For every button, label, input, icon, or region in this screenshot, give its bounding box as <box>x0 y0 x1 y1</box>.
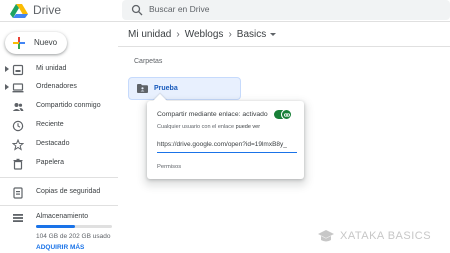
expand-arrow-icon[interactable] <box>5 84 9 90</box>
clock-icon <box>12 120 24 132</box>
star-icon <box>12 139 24 151</box>
storage-progress-fill <box>36 225 76 228</box>
sidebar-item-starred[interactable]: Destacado <box>0 137 118 153</box>
sidebar-item-label: Reciente <box>36 121 64 128</box>
breadcrumb-item-basics[interactable]: Basics <box>237 29 266 40</box>
graduation-cap-icon <box>318 230 334 242</box>
folders-section-title: Carpetas <box>134 58 163 65</box>
watermark-text: XATAKA BASICS <box>340 230 432 242</box>
top-bar: Drive Buscar en Drive <box>0 0 450 22</box>
sidebar-item-label: Ordenadores <box>36 83 77 90</box>
new-button-label: Nuevo <box>34 38 58 47</box>
sidebar-item-backups[interactable]: Copias de seguridad <box>0 185 118 201</box>
plus-icon <box>13 37 25 49</box>
sidebar-item-my-drive[interactable]: Mi unidad <box>0 62 118 78</box>
sidebar-divider <box>0 205 118 206</box>
people-icon <box>12 103 24 111</box>
buy-storage-link[interactable]: ADQUIRIR MÁS <box>36 244 84 251</box>
link-sharing-status: Compartir mediante enlace: activado <box>157 111 268 118</box>
breadcrumb: Mi unidad › Weblogs › Basics <box>128 29 277 43</box>
caret-down-icon[interactable] <box>270 33 277 36</box>
toggle-knob <box>281 109 292 120</box>
computer-icon <box>12 83 24 93</box>
share-link-url[interactable]: https://drive.google.com/open?id=19lmxB8… <box>157 141 297 148</box>
sidebar-item-label: Destacado <box>36 140 70 147</box>
sidebar-item-label: Mi unidad <box>36 65 67 72</box>
link-sharing-toggle[interactable] <box>274 109 292 120</box>
sidebar-item-storage[interactable]: Almacenamiento <box>0 210 118 226</box>
sidebar-item-label: Almacenamiento <box>36 213 89 220</box>
backup-icon <box>13 187 23 199</box>
sidebar-item-label: Compartido conmigo <box>36 102 101 109</box>
permissions-button[interactable]: Permisos <box>157 164 181 170</box>
sidebar-item-trash[interactable]: Papelera <box>0 156 118 172</box>
search-input[interactable]: Buscar en Drive <box>149 4 209 14</box>
sidebar-item-recent[interactable]: Reciente <box>0 118 118 134</box>
sidebar-item-label: Copias de seguridad <box>36 188 101 195</box>
folder-card[interactable]: Prueba <box>128 77 241 100</box>
expand-arrow-icon[interactable] <box>5 66 9 72</box>
drive-icon <box>12 64 24 76</box>
main-divider <box>118 46 450 47</box>
link-permission-dropdown[interactable]: puede ver <box>236 124 260 130</box>
link-audience-text: Cualquier usuario con el enlace <box>157 124 235 130</box>
search-box[interactable]: Buscar en Drive <box>122 0 450 20</box>
link-icon <box>284 113 290 117</box>
trash-icon <box>13 158 23 170</box>
sidebar: Nuevo Mi unidad Ordenadores Compartido c… <box>0 22 118 253</box>
sidebar-item-computers[interactable]: Ordenadores <box>0 80 118 96</box>
storage-icon <box>13 214 23 222</box>
breadcrumb-item-my-drive[interactable]: Mi unidad <box>128 29 171 40</box>
url-field-underline <box>157 152 297 153</box>
search-icon[interactable] <box>131 4 143 16</box>
drive-logo[interactable] <box>10 4 28 18</box>
chevron-right-icon: › <box>228 29 232 40</box>
folder-name: Prueba <box>154 85 178 92</box>
storage-usage-text: 104 GB de 202 GB usado <box>36 233 111 240</box>
new-button[interactable]: Nuevo <box>5 32 67 54</box>
sidebar-item-shared[interactable]: Compartido conmigo <box>0 99 118 115</box>
sidebar-item-label: Papelera <box>36 159 65 166</box>
app-name: Drive <box>33 3 62 17</box>
link-permission-text: Cualquier usuario con el enlace puede ve… <box>157 124 260 130</box>
storage-progress-bar <box>36 225 112 228</box>
share-link-popup: Compartir mediante enlace: activado Cual… <box>147 93 304 179</box>
shared-folder-icon <box>137 84 148 93</box>
breadcrumb-item-weblogs[interactable]: Weblogs <box>185 29 224 40</box>
sidebar-divider <box>0 177 118 178</box>
chevron-right-icon: › <box>176 29 180 40</box>
